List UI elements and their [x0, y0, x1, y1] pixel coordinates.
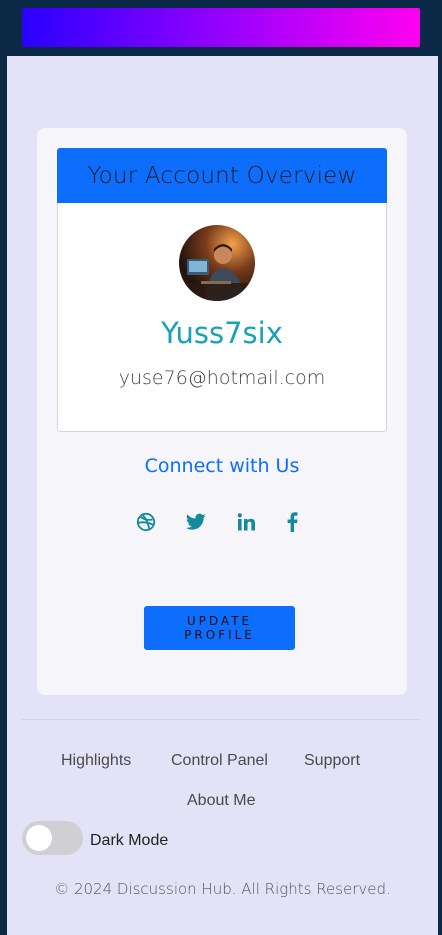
account-overview-header: Your Account Overview	[57, 148, 387, 203]
gradient-banner	[22, 8, 420, 47]
user-email: yuse76@hotmail.com	[118, 367, 326, 389]
footer-link-about-me[interactable]: About Me	[187, 792, 255, 810]
username: Yuss7six	[161, 316, 283, 350]
connect-heading: Connect with Us	[144, 455, 300, 477]
update-profile-button[interactable]: UPDATE PROFILE	[144, 606, 295, 650]
footer-link-highlights[interactable]: Highlights	[61, 752, 131, 770]
page-title: Your Account Overview	[87, 162, 357, 189]
facebook-icon[interactable]	[280, 510, 304, 534]
top-bar	[0, 0, 442, 56]
toggle-knob	[26, 825, 52, 851]
copyright-text: © 2024 Discussion Hub. All Rights Reserv…	[54, 880, 391, 898]
avatar	[179, 225, 255, 301]
footer-link-support[interactable]: Support	[304, 752, 360, 770]
footer-divider	[22, 719, 420, 720]
linkedin-icon[interactable]	[234, 510, 258, 534]
twitter-icon[interactable]	[184, 510, 208, 534]
footer-link-control-panel[interactable]: Control Panel	[171, 752, 268, 770]
dribbble-icon[interactable]	[134, 510, 158, 534]
dark-mode-toggle[interactable]	[22, 821, 83, 855]
dark-mode-label: Dark Mode	[90, 832, 169, 849]
